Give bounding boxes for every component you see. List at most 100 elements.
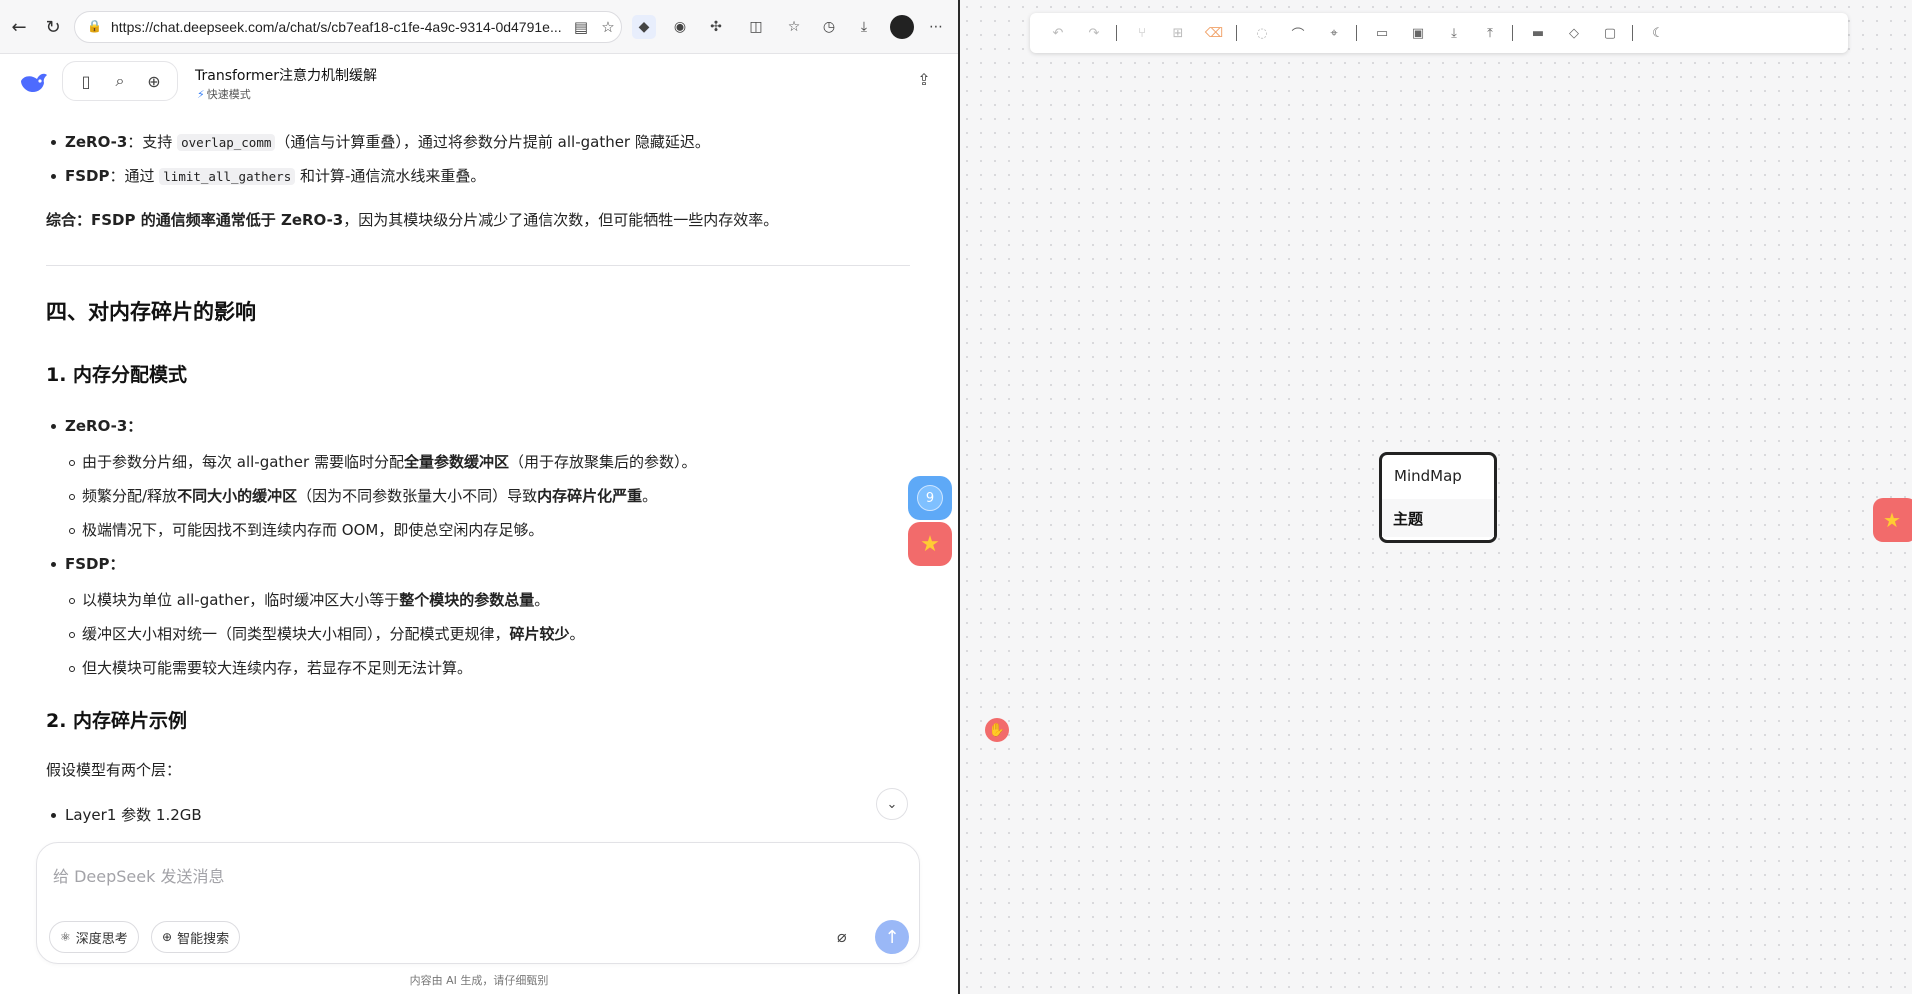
- toolbar-separator: [1116, 25, 1117, 41]
- chat-message-content: ZeRO-3：支持 overlap_comm （通信与计算重叠），通过将参数分片提…: [46, 116, 916, 836]
- bullet-dot: [51, 813, 56, 818]
- chevron-down-icon: ⌄: [886, 796, 898, 812]
- avatar[interactable]: [890, 15, 914, 39]
- address-bar[interactable]: 🔒 https://chat.deepseek.com/a/chat/s/cb7…: [74, 11, 622, 43]
- list-item: 频繁分配/释放不同大小的缓冲区（因为不同参数张量大小不同）导致内存碎片化严重。: [82, 487, 658, 505]
- globe-icon: ⊕: [162, 930, 173, 944]
- mindmap-root-label[interactable]: MindMap: [1394, 467, 1462, 485]
- list-item: Layer1 参数 1.2GB: [65, 806, 202, 824]
- lock-icon: 🔒: [87, 19, 102, 33]
- chat-title: Transformer注意力机制缓解: [195, 68, 378, 84]
- refresh-icon[interactable]: ↻: [40, 14, 66, 40]
- web-search-button[interactable]: ⊕ 智能搜索: [151, 921, 241, 953]
- palette-icon[interactable]: ◌: [1252, 23, 1272, 43]
- chat-header: ▯ ⌕ ⊕ Transformer注意力机制缓解 ⚡ 快速模式 ⇪: [0, 55, 958, 115]
- message-composer[interactable]: 给 DeepSeek 发送消息 ⚛ 深度思考 ⊕ 智能搜索 ⌀ ↑: [36, 842, 920, 964]
- new-chat-icon[interactable]: ⊕: [142, 69, 166, 93]
- extension-2-icon[interactable]: ◉: [668, 15, 692, 39]
- branch-icon[interactable]: ⑂: [1132, 23, 1152, 43]
- ai-disclaimer: 内容由 AI 生成，请仔细甄别: [409, 974, 549, 987]
- section-heading: 四、对内存碎片的影响: [46, 300, 256, 324]
- divider: [46, 265, 910, 266]
- list-item: 以模块为单位 all-gather，临时缓冲区大小等于整个模块的参数总量。: [82, 591, 550, 609]
- toolbar-separator: [1356, 25, 1357, 41]
- count-badge: 9: [917, 485, 943, 511]
- side-star-button[interactable]: ★: [1873, 498, 1912, 542]
- sub-bullet: [69, 632, 75, 638]
- sidebar-icon[interactable]: ▯: [74, 69, 98, 93]
- folder-icon[interactable]: ▢: [1600, 23, 1620, 43]
- browser-toolbar: ← ↻ 🔒 https://chat.deepseek.com/a/chat/s…: [0, 0, 958, 54]
- floating-count-button[interactable]: 9: [908, 476, 952, 520]
- url-text: https://chat.deepseek.com/a/chat/s/cb7ea…: [111, 19, 561, 35]
- share-icon[interactable]: ⇪: [912, 67, 936, 91]
- favorite-icon[interactable]: ☆: [597, 16, 619, 38]
- paperclip-icon[interactable]: ⌀: [837, 927, 847, 946]
- download-icon[interactable]: ⤓: [1444, 23, 1464, 43]
- back-icon[interactable]: ←: [6, 14, 32, 40]
- download-icon[interactable]: ⤓: [852, 15, 876, 39]
- bullet-dot: [51, 424, 56, 429]
- list-item: 但大模块可能需要较大连续内存，若显存不足则无法计算。: [82, 659, 473, 677]
- upload-icon[interactable]: ⤒: [1480, 23, 1500, 43]
- collections-icon[interactable]: ☆: [782, 15, 806, 39]
- locate-icon[interactable]: ⌖: [1324, 23, 1344, 43]
- mindmap-node[interactable]: MindMap 主题: [1379, 452, 1497, 543]
- sub-bullet: [69, 598, 75, 604]
- scroll-to-bottom-button[interactable]: ⌄: [876, 788, 908, 820]
- summary-paragraph: 综合：FSDP 的通信频率通常低于 ZeRO-3，因为其模块级分片减少了通信次数…: [46, 211, 779, 229]
- delete-icon[interactable]: ⌫: [1204, 23, 1224, 43]
- more-icon[interactable]: ⋯: [924, 15, 948, 39]
- bullet-dot: [51, 174, 56, 179]
- list-item: FSDP：通过 limit_all_gathers 和计算-通信流水线来重叠。: [65, 167, 486, 185]
- floating-star-button[interactable]: ★: [908, 522, 952, 566]
- hand-cursor-icon: ✋: [985, 718, 1009, 742]
- star-icon: ★: [920, 531, 940, 557]
- deep-think-button[interactable]: ⚛ 深度思考: [49, 921, 139, 953]
- list-item: ZeRO-3：支持 overlap_comm （通信与计算重叠），通过将参数分片提…: [65, 133, 710, 151]
- subsection-heading: 2. 内存碎片示例: [46, 710, 188, 732]
- list-item: 由于参数分片细，每次 all-gather 需要临时分配全量参数缓冲区（用于存放…: [82, 453, 697, 471]
- deepseek-logo-icon: [21, 73, 47, 93]
- history-icon[interactable]: ◷: [817, 15, 841, 39]
- sub-bullet: [69, 528, 75, 534]
- list-item: FSDP：: [65, 555, 125, 573]
- redo-icon[interactable]: ↷: [1084, 23, 1104, 43]
- send-button[interactable]: ↑: [875, 920, 909, 954]
- undo-icon[interactable]: ↶: [1048, 23, 1068, 43]
- mindmap-canvas[interactable]: ↶ ↷ ⑂ ⊞ ⌫ ◌ ⌒ ⌖ ▭ ▣ ⤓ ⤒ ▬ ◇ ▢ ☾ MindMap …: [960, 0, 1912, 994]
- save-icon[interactable]: ▣: [1408, 23, 1428, 43]
- toolbar-separator: [1632, 25, 1633, 41]
- toolbar-separator: [1236, 25, 1237, 41]
- shapes-icon[interactable]: ◇: [1564, 23, 1584, 43]
- list-item: 缓冲区大小相对统一（同类型模块大小相同），分配模式更规律，碎片较少。: [82, 625, 585, 643]
- browser-window: ← ↻ 🔒 https://chat.deepseek.com/a/chat/s…: [0, 0, 958, 994]
- star-icon: ★: [1883, 508, 1901, 532]
- chat-mode-label: ⚡ 快速模式: [197, 88, 251, 101]
- message-input[interactable]: 给 DeepSeek 发送消息: [53, 863, 224, 887]
- dark-mode-icon[interactable]: ☾: [1648, 23, 1668, 43]
- mindmap-topic-label[interactable]: 主题: [1393, 508, 1423, 529]
- search-icon[interactable]: ⌕: [108, 69, 132, 93]
- subsection-heading: 1. 内存分配模式: [46, 364, 188, 386]
- header-tool-group: ▯ ⌕ ⊕: [62, 61, 178, 101]
- sub-bullet: [69, 494, 75, 500]
- extension-1-icon[interactable]: ◆: [632, 15, 656, 39]
- atom-icon: ⚛: [60, 930, 71, 944]
- mindmap-toolbar: ↶ ↷ ⑂ ⊞ ⌫ ◌ ⌒ ⌖ ▭ ▣ ⤓ ⤒ ▬ ◇ ▢ ☾: [1030, 13, 1848, 53]
- reader-icon[interactable]: ▤: [570, 16, 592, 38]
- bullet-dot: [51, 140, 56, 145]
- toolbar-separator: [1512, 25, 1513, 41]
- list-item: 极端情况下，可能因找不到连续内存而 OOM，即使总空闲内存足够。: [82, 521, 544, 539]
- paragraph: 假设模型有两个层：: [46, 761, 182, 779]
- new-file-icon[interactable]: ▭: [1372, 23, 1392, 43]
- split-screen-icon[interactable]: ◫: [744, 15, 768, 39]
- bullet-dot: [51, 562, 56, 567]
- send-arrow-icon: ↑: [884, 926, 900, 948]
- extension-icon[interactable]: ✣: [704, 15, 728, 39]
- sub-bullet: [69, 666, 75, 672]
- display-icon[interactable]: ▬: [1528, 23, 1548, 43]
- child-node-icon[interactable]: ⊞: [1168, 23, 1188, 43]
- layout-icon[interactable]: ⌒: [1288, 23, 1308, 43]
- list-item: ZeRO-3：: [65, 417, 143, 435]
